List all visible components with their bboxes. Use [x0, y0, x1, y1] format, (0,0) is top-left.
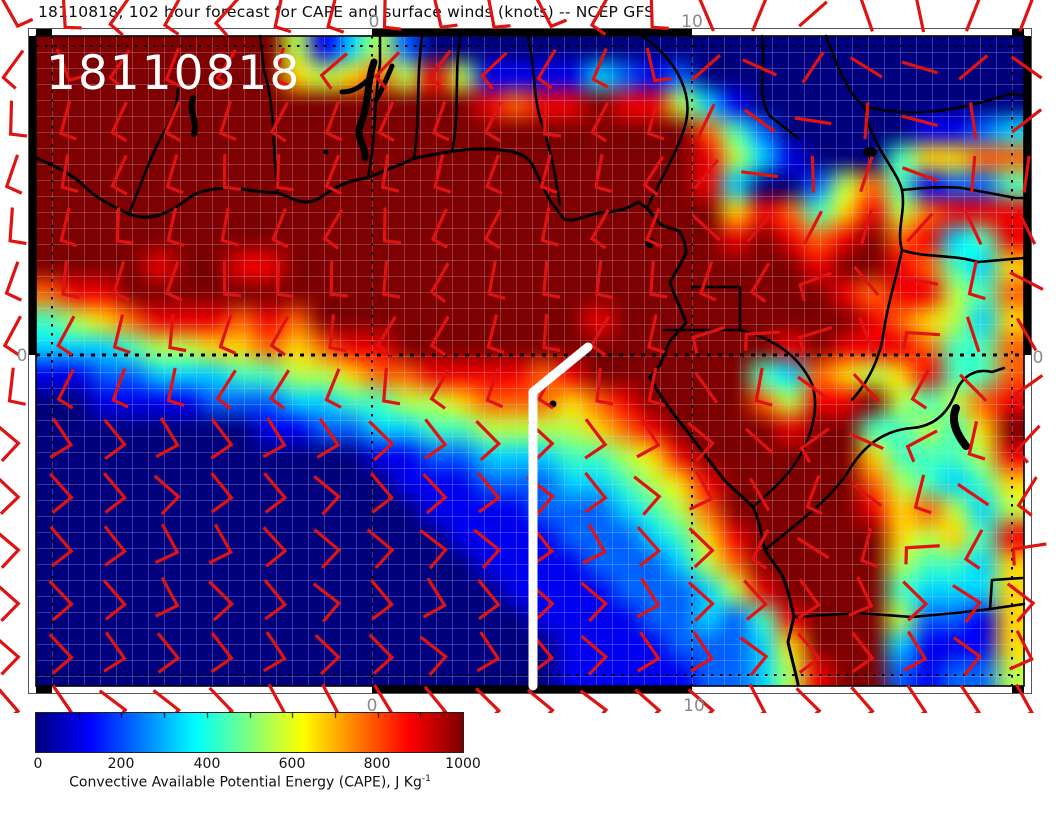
axis-left-0: 0	[12, 346, 32, 366]
cape-heatmap-canvas	[36, 36, 1024, 686]
colorbar-tick-labels: 0 200 400 600 800 1000	[36, 756, 463, 772]
cbar-tick-800: 800	[364, 756, 391, 772]
colorbar-caption-text: Convective Available Potential Energy (C…	[69, 775, 422, 791]
axis-bottom-10: 10	[680, 696, 708, 716]
cbar-tick-400: 400	[194, 756, 221, 772]
colorbar-gradient	[36, 713, 463, 752]
colorbar	[36, 713, 463, 752]
colorbar-caption: Convective Available Potential Energy (C…	[20, 774, 480, 791]
init-date-label: 18110818	[46, 46, 301, 101]
cbar-tick-600: 600	[279, 756, 306, 772]
cbar-tick-200: 200	[108, 756, 135, 772]
chart-title: 18110818, 102 hour forecast for CAPE and…	[38, 3, 654, 21]
colorbar-caption-sup: -1	[422, 774, 431, 784]
axis-top-0: 0	[362, 12, 386, 32]
forecast-chart-page: 18110818, 102 hour forecast for CAPE and…	[0, 0, 1056, 816]
cbar-tick-1000: 1000	[445, 756, 481, 772]
axis-top-10: 10	[678, 12, 706, 32]
axis-right-0: 0	[1028, 348, 1048, 368]
cbar-tick-0: 0	[34, 756, 43, 772]
